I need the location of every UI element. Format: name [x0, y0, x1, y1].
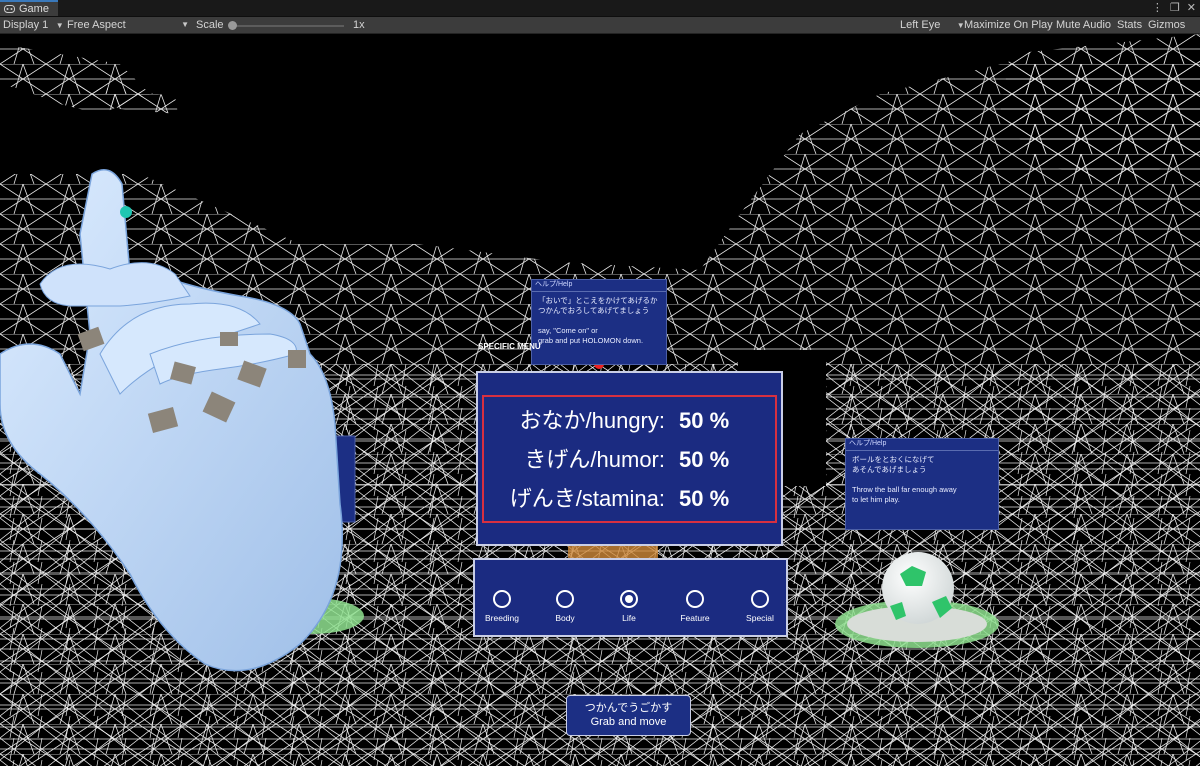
radio-button[interactable]: [686, 590, 704, 608]
grab-label-jp: つかんでうごかす: [584, 702, 673, 714]
kebab-menu-icon[interactable]: ⋮: [1152, 1, 1163, 14]
chevron-down-icon: ▼: [51, 21, 64, 30]
stats-toggle[interactable]: Stats: [1117, 18, 1142, 32]
stat-row-humor: きげん/humor: 50 %: [484, 442, 775, 478]
menu-item-label: Body: [555, 613, 575, 623]
help-panel-title: ヘルプ/Help: [846, 439, 998, 451]
menu-item-label: Life: [622, 613, 636, 623]
menu-item-label: Breeding: [484, 613, 520, 623]
help-panel-body: ボールをとおくになげて あそんであげましょう Throw the ball fa…: [852, 455, 957, 504]
category-menu: Breeding Body Life Feature Special: [473, 558, 788, 637]
menu-item-feature[interactable]: Feature: [665, 590, 725, 623]
close-icon[interactable]: ✕: [1187, 1, 1196, 14]
scale-value: 1x: [353, 19, 365, 31]
window-controls: ⋮ ❐ ✕: [1152, 1, 1196, 14]
radio-button[interactable]: [751, 590, 769, 608]
stat-label: おなか/hungry:: [519, 408, 666, 433]
stat-value: 50 %: [679, 486, 730, 511]
help-panel-throw-ball: ヘルプ/Help ボールをとおくになげて あそんであげましょう Throw th…: [845, 438, 999, 530]
help-panel-come-on: ヘルプ/Help 「おいで」とこえをかけてあげるか つかんでおろしてあげてましょ…: [531, 279, 667, 365]
status-stats-box: おなか/hungry: 50 % きげん/humor: 50 % げんき/sta…: [482, 395, 777, 523]
grab-and-move-button[interactable]: つかんでうごかす Grab and move: [566, 695, 691, 736]
display-dropdown[interactable]: Display 1 ▼: [3, 18, 64, 33]
chevron-down-icon: ▼: [181, 20, 189, 29]
tab-game[interactable]: Game: [0, 0, 58, 16]
scale-slider-track[interactable]: [232, 25, 344, 27]
radio-button[interactable]: [493, 590, 511, 608]
grab-label-en: Grab and move: [590, 716, 667, 728]
eye-dropdown[interactable]: Left Eye ▼: [900, 18, 965, 33]
menu-caption: SPECIFIC MENU: [478, 342, 541, 351]
gamepad-icon: [4, 5, 15, 13]
stat-row-hungry: おなか/hungry: 50 %: [484, 403, 775, 439]
menu-item-label: Feature: [680, 613, 710, 623]
chevron-down-icon: ▼: [943, 21, 965, 30]
menu-item-breeding[interactable]: Breeding: [472, 590, 532, 623]
display-label: Display 1: [3, 19, 49, 31]
radio-button-selected[interactable]: [620, 590, 638, 608]
scale-label: Scale: [196, 19, 224, 31]
menu-item-label: Special: [746, 613, 774, 623]
stat-row-stamina: げんき/stamina: 50 %: [484, 481, 775, 517]
maximize-icon[interactable]: ❐: [1170, 1, 1180, 14]
aspect-label: Free Aspect: [67, 19, 126, 31]
menu-item-special[interactable]: Special: [730, 590, 790, 623]
status-panel: おなか/hungry: 50 % きげん/humor: 50 % げんき/sta…: [476, 371, 783, 546]
eye-label: Left Eye: [900, 19, 941, 31]
stat-label: きげん/humor:: [524, 447, 665, 472]
gizmos-dropdown[interactable]: Gizmos: [1148, 18, 1185, 32]
help-panel-title: ヘルプ/Help: [532, 280, 666, 292]
stat-label: げんき/stamina:: [509, 486, 665, 511]
tab-game-label: Game: [19, 3, 49, 15]
editor-tabbar: Game ⋮ ❐ ✕: [0, 0, 1200, 17]
scale-slider-thumb[interactable]: [228, 21, 237, 30]
mute-audio-toggle[interactable]: Mute Audio: [1056, 18, 1111, 32]
menu-item-life[interactable]: Life: [599, 590, 659, 623]
aspect-dropdown[interactable]: Free Aspect ▼: [67, 18, 189, 32]
stat-value: 50 %: [679, 447, 730, 472]
game-viewport[interactable]: ヘルプ/Help 「おいで」とこえをかけてあげるか つかんでおろしてあげてましょ…: [0, 34, 1200, 766]
stat-value: 50 %: [679, 408, 730, 433]
help-panel-body: 「おいで」とこえをかけてあげるか つかんでおろしてあげてましょう say, "C…: [538, 296, 658, 345]
radio-button[interactable]: [556, 590, 574, 608]
menu-item-body[interactable]: Body: [535, 590, 595, 623]
game-toolbar: Display 1 ▼ Free Aspect ▼ Scale 1x Left …: [0, 17, 1200, 34]
maximize-on-play-toggle[interactable]: Maximize On Play: [964, 18, 1053, 32]
